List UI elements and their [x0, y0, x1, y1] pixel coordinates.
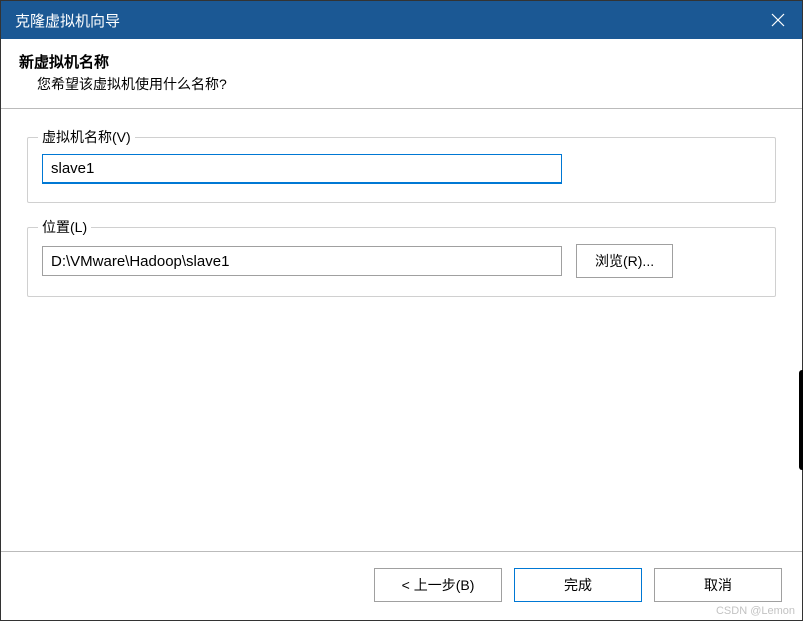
wizard-footer: < 上一步(B) 完成 取消	[1, 551, 802, 620]
cancel-button[interactable]: 取消	[654, 568, 782, 602]
back-button[interactable]: < 上一步(B)	[374, 568, 502, 602]
vm-name-input[interactable]	[42, 154, 562, 184]
content-area: 虚拟机名称(V) 位置(L) 浏览(R)...	[1, 109, 802, 551]
titlebar: 克隆虚拟机向导	[1, 1, 802, 39]
wizard-window: 克隆虚拟机向导 新虚拟机名称 您希望该虚拟机使用什么名称? 虚拟机名称(V) 位…	[0, 0, 803, 621]
page-subtitle: 您希望该虚拟机使用什么名称?	[19, 74, 784, 94]
close-icon	[771, 13, 785, 27]
location-row: 浏览(R)...	[42, 244, 761, 278]
location-group: 位置(L) 浏览(R)...	[27, 227, 776, 297]
location-input[interactable]	[42, 246, 562, 276]
close-button[interactable]	[754, 1, 802, 39]
vm-name-label: 虚拟机名称(V)	[38, 127, 135, 147]
finish-button[interactable]: 完成	[514, 568, 642, 602]
browse-button[interactable]: 浏览(R)...	[576, 244, 673, 278]
scroll-indicator	[799, 370, 803, 470]
location-label: 位置(L)	[38, 217, 91, 237]
window-title: 克隆虚拟机向导	[15, 10, 120, 31]
vm-name-group: 虚拟机名称(V)	[27, 137, 776, 203]
page-title: 新虚拟机名称	[19, 51, 784, 72]
wizard-header: 新虚拟机名称 您希望该虚拟机使用什么名称?	[1, 39, 802, 109]
